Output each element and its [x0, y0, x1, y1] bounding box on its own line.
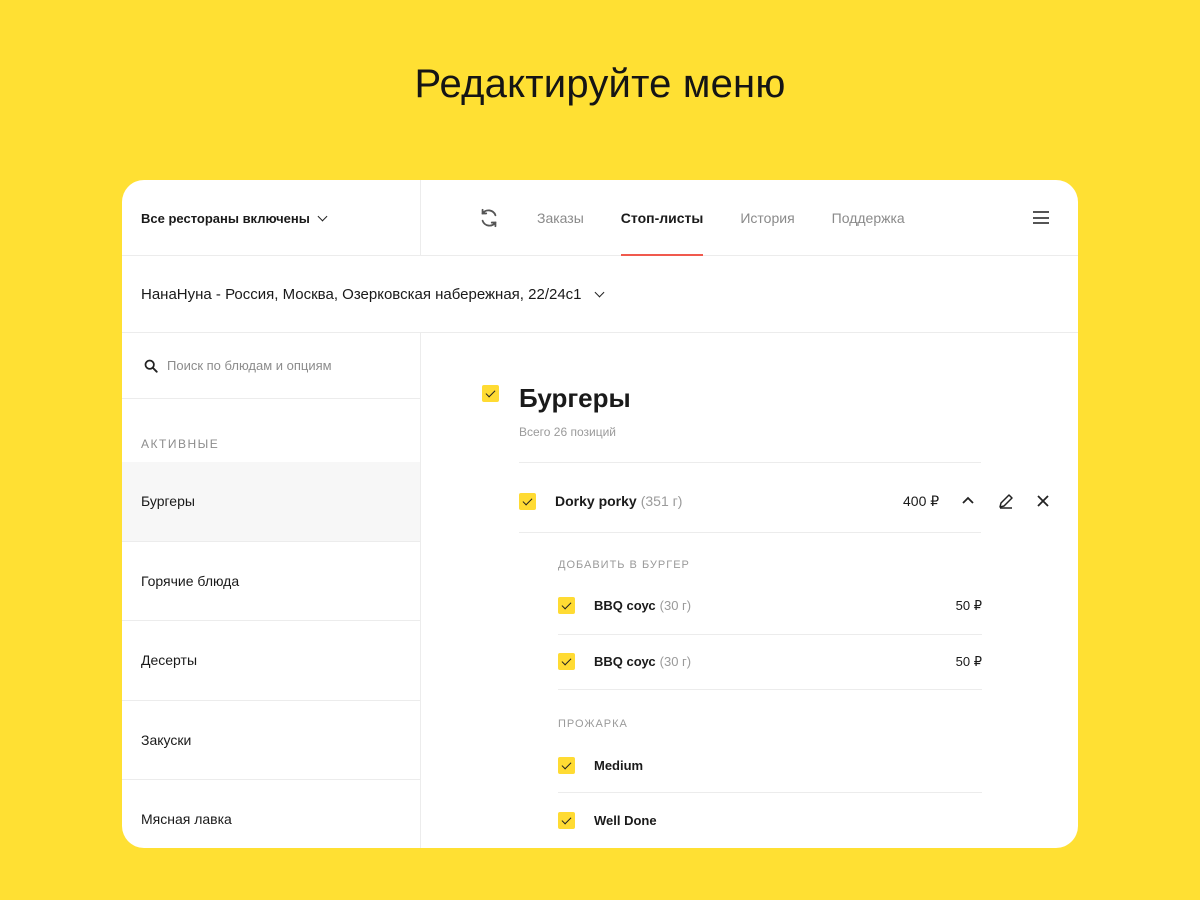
option-name-text: BBQ соус [594, 598, 656, 613]
option-price: 50 ₽ [955, 653, 982, 669]
option-group-label: ДОБАВИТЬ В БУРГЕР [558, 559, 690, 571]
address-label: НанаНуна - Россия, Москва, Озерковская н… [141, 285, 582, 303]
sidebar-item-hot-dishes[interactable]: Горячие блюда [122, 542, 420, 621]
option-weight: (30 г) [659, 654, 692, 669]
option-checkbox[interactable] [558, 653, 575, 670]
divider [558, 689, 982, 690]
dish-checkbox[interactable] [519, 492, 536, 510]
main-nav: Заказы Стоп-листы История Поддержка [537, 180, 942, 256]
option-price: 50 ₽ [955, 597, 982, 613]
tab-stop-lists[interactable]: Стоп-листы [620, 180, 703, 256]
close-icon[interactable] [1034, 492, 1052, 510]
sidebar-item-burgers[interactable]: Бургеры [122, 462, 420, 542]
search-box [122, 333, 420, 399]
group-checkbox[interactable] [482, 385, 499, 402]
divider [519, 462, 981, 463]
option-name: BBQ соус (30 г) [594, 654, 691, 669]
tab-support[interactable]: Поддержка [832, 180, 905, 256]
tab-orders[interactable]: Заказы [537, 180, 584, 256]
app-window: Все рестораны включены Заказы Стоп-листы… [122, 180, 1078, 848]
dish-weight: (351 г) [640, 493, 683, 509]
menu-icon[interactable] [1033, 211, 1049, 224]
sidebar-item-desserts[interactable]: Десерты [122, 621, 420, 701]
option-row: BBQ соус (30 г) 50 ₽ [558, 578, 982, 633]
option-group-label: ПРОЖАРКА [558, 718, 628, 730]
option-name-text: BBQ соус [594, 654, 656, 669]
option-weight: (30 г) [659, 598, 692, 613]
dish-price: 400 ₽ [903, 492, 940, 509]
search-input[interactable] [167, 358, 397, 373]
top-bar: Все рестораны включены Заказы Стоп-листы… [122, 180, 1078, 256]
option-row: Well Done [558, 793, 982, 848]
sidebar-item-snacks[interactable]: Закуски [122, 701, 420, 780]
address-selector[interactable]: НанаНуна - Россия, Москва, Озерковская н… [122, 256, 1078, 333]
option-name: Well Done [594, 813, 657, 828]
sidebar-item-meat-shop[interactable]: Мясная лавка [122, 780, 420, 848]
restaurants-switch-dropdown[interactable]: Все рестораны включены [122, 180, 421, 256]
option-row: Medium [558, 738, 982, 793]
chevron-down-icon [594, 287, 604, 297]
section-label-active: АКТИВНЫЕ [141, 437, 220, 451]
option-row: BBQ соус (30 г) 50 ₽ [558, 634, 982, 689]
option-checkbox[interactable] [558, 757, 575, 774]
dish-name-text: Dorky porky [555, 493, 637, 509]
chevron-up-icon[interactable] [959, 492, 977, 510]
menu-content: Бургеры Всего 26 позиций Dorky porky (351… [422, 333, 1078, 848]
group-subtitle: Всего 26 позиций [519, 425, 617, 439]
divider [519, 532, 981, 533]
option-name: BBQ соус (30 г) [594, 598, 691, 613]
option-name: Medium [594, 758, 644, 773]
restaurants-switch-label: Все рестораны включены [141, 210, 310, 226]
group-title: Бургеры [519, 383, 631, 413]
refresh-icon[interactable] [478, 207, 500, 229]
option-checkbox[interactable] [558, 597, 575, 614]
search-icon [144, 359, 158, 373]
tab-history[interactable]: История [740, 180, 794, 256]
categories-sidebar: АКТИВНЫЕ Бургеры Горячие блюда Десерты З… [122, 333, 421, 848]
page-headline: Редактируйте меню [414, 62, 786, 106]
pencil-icon[interactable] [997, 492, 1015, 510]
dish-name: Dorky porky (351 г) [555, 493, 682, 509]
dish-row: Dorky porky (351 г) 400 ₽ [519, 470, 1063, 532]
option-checkbox[interactable] [558, 812, 575, 829]
chevron-down-icon [317, 211, 328, 221]
